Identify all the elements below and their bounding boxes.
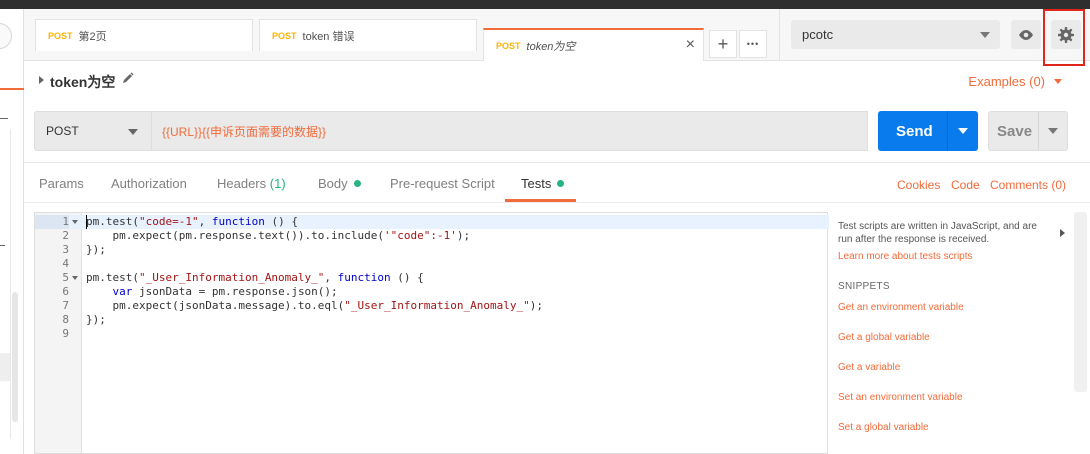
tab-name: 第2页 bbox=[78, 30, 107, 43]
cookies-link[interactable]: Cookies bbox=[897, 178, 940, 192]
snippet-set-global-variable[interactable]: Set a global variable bbox=[838, 422, 929, 433]
tab-body[interactable]: Body bbox=[318, 176, 361, 191]
environment-select[interactable]: pcotc bbox=[791, 20, 1000, 49]
code-line[interactable]: 6 var jsonData = pm.response.json(); bbox=[35, 285, 829, 299]
environment-quick-look-button[interactable] bbox=[1011, 20, 1041, 49]
code-line[interactable]: 5 pm.test("_User_Information_Anomaly_", f… bbox=[35, 271, 829, 285]
divider bbox=[24, 162, 1090, 163]
pencil-icon[interactable] bbox=[122, 72, 134, 87]
line-number: 8 bbox=[62, 313, 69, 326]
sidebar-scrollbar-thumb[interactable] bbox=[12, 292, 18, 422]
code-text: pm.test("code=-1", function () { bbox=[86, 215, 298, 228]
fold-arrow-icon[interactable] bbox=[72, 276, 78, 280]
tests-status-dot bbox=[557, 180, 565, 187]
eye-icon bbox=[1019, 29, 1033, 40]
tab-authorization[interactable]: Authorization bbox=[111, 176, 187, 191]
tab-method: POST bbox=[48, 30, 73, 41]
snippet-get-global-variable[interactable]: Get a global variable bbox=[838, 332, 930, 343]
tab-params[interactable]: Params bbox=[39, 176, 84, 191]
request-name: token为空 bbox=[50, 74, 116, 90]
snippets-description: Test scripts are written in JavaScript, … bbox=[838, 221, 1037, 245]
line-number: 4 bbox=[62, 257, 69, 270]
chevron-down-icon bbox=[128, 129, 138, 135]
sidebar-active-indicator bbox=[0, 88, 24, 90]
chevron-down-icon bbox=[980, 32, 990, 38]
examples-dropdown[interactable]: Examples (0) bbox=[968, 74, 1045, 89]
send-separator bbox=[947, 111, 948, 151]
code-text: var jsonData = pm.response.json(); bbox=[112, 285, 338, 298]
snippet-get-environment-variable[interactable]: Get an environment variable bbox=[838, 302, 964, 313]
send-button[interactable]: Send bbox=[878, 111, 978, 151]
line-number: 7 bbox=[62, 299, 69, 312]
tab-page-2[interactable]: POST 第2页 bbox=[35, 19, 253, 51]
request-name-row: token为空 Examples (0) bbox=[24, 62, 1090, 100]
save-button[interactable]: Save bbox=[988, 111, 1068, 151]
code-text: }); bbox=[86, 243, 106, 256]
code-line[interactable]: 2 pm.expect(pm.response.text()).to.inclu… bbox=[35, 229, 829, 243]
code-link[interactable]: Code bbox=[951, 178, 980, 192]
snippet-set-environment-variable[interactable]: Set an environment variable bbox=[838, 392, 963, 403]
line-number: 6 bbox=[62, 285, 69, 298]
tab-method: POST bbox=[496, 40, 521, 51]
code-text: pm.expect(jsonData.message).to.eql("_Use… bbox=[86, 299, 543, 312]
code-line[interactable]: 9 bbox=[35, 327, 829, 341]
line-number: 9 bbox=[62, 327, 69, 340]
tab-name: token为空 bbox=[526, 40, 576, 53]
code-line[interactable]: 7 pm.expect(jsonData.message).to.eql("_U… bbox=[35, 299, 829, 313]
fold-arrow-icon[interactable] bbox=[72, 220, 78, 224]
settings-highlight-box bbox=[1043, 9, 1085, 66]
url-input[interactable]: {{URL}}{{申诉页面需要的数据}} bbox=[152, 111, 868, 151]
code-line[interactable]: 3}); bbox=[35, 243, 829, 257]
text-cursor bbox=[86, 215, 87, 229]
environment-value: pcotc bbox=[802, 27, 834, 42]
tab-method: POST bbox=[272, 30, 297, 41]
code-text: pm.test("_User_Information_Anomaly_", fu… bbox=[86, 271, 424, 284]
line-number: 3 bbox=[62, 243, 69, 256]
expand-triangle-icon[interactable] bbox=[39, 76, 44, 84]
sidebar-search-circle[interactable] bbox=[0, 23, 12, 49]
code-line[interactable]: 8}); bbox=[35, 313, 829, 327]
line-number: 2 bbox=[62, 229, 69, 242]
tab-tests[interactable]: Tests bbox=[521, 176, 565, 191]
window-top-bar bbox=[0, 0, 1090, 9]
method-value: POST bbox=[46, 124, 79, 138]
line-number: 5 bbox=[62, 271, 69, 284]
close-icon[interactable]: × bbox=[686, 37, 695, 53]
learn-more-link[interactable]: Learn more about tests scripts bbox=[838, 251, 973, 262]
code-text: pm.expect(pm.response.text()).to.include… bbox=[86, 229, 471, 242]
body-status-dot bbox=[353, 180, 361, 187]
snippets-panel: Test scripts are written in JavaScript, … bbox=[828, 212, 1090, 454]
more-tabs-button[interactable]: ••• bbox=[739, 30, 767, 58]
headers-count: (1) bbox=[269, 176, 286, 191]
tab-headers[interactable]: Headers (1) bbox=[217, 176, 286, 191]
sidebar-dash bbox=[0, 245, 5, 246]
line-number: 1 bbox=[35, 215, 69, 229]
send-label: Send bbox=[896, 122, 933, 140]
sidebar-dash bbox=[0, 118, 8, 119]
code-line[interactable]: 1 pm.test("code=-1", function () { bbox=[35, 215, 829, 229]
tab-token-empty[interactable]: POST token为空 × bbox=[483, 28, 704, 61]
new-tab-button[interactable]: + bbox=[709, 30, 737, 58]
tests-code-editor[interactable]: 1 pm.test("code=-1", function () {2 pm.ex… bbox=[34, 212, 829, 454]
tab-token-error[interactable]: POST token 错误 bbox=[259, 19, 477, 51]
sidebar-divider bbox=[10, 129, 11, 439]
tab-pre-request-script[interactable]: Pre-request Script bbox=[390, 176, 495, 191]
collapse-panel-icon[interactable] bbox=[1060, 229, 1065, 237]
comments-link[interactable]: Comments (0) bbox=[990, 178, 1066, 192]
snippets-scrollbar[interactable] bbox=[1074, 212, 1087, 392]
method-select[interactable]: POST bbox=[34, 111, 152, 151]
save-label: Save bbox=[997, 122, 1033, 140]
code-line[interactable]: 4 bbox=[35, 257, 829, 271]
snippet-get-variable[interactable]: Get a variable bbox=[838, 362, 900, 373]
divider bbox=[24, 202, 1090, 203]
left-sidebar bbox=[0, 9, 24, 454]
chevron-down-icon[interactable] bbox=[958, 128, 968, 134]
tab-name: token 错误 bbox=[302, 30, 355, 43]
chevron-down-icon[interactable] bbox=[1054, 79, 1062, 84]
code-text: }); bbox=[86, 313, 106, 326]
snippets-heading: SNIPPETS bbox=[838, 281, 890, 292]
chevron-down-icon[interactable] bbox=[1048, 128, 1058, 134]
sidebar-selected-row[interactable] bbox=[0, 353, 10, 381]
save-separator bbox=[1038, 112, 1039, 150]
